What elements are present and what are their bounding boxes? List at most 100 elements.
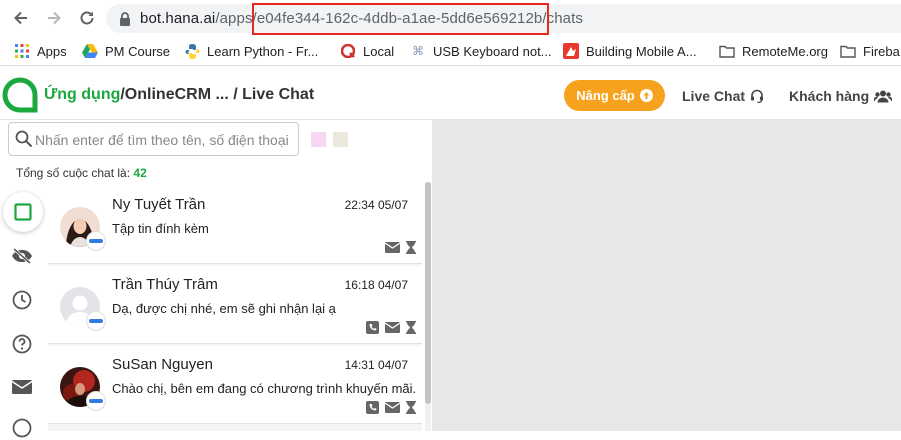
bookmark-pm-course[interactable]: PM Course (82, 42, 170, 60)
side-nav-help[interactable] (10, 332, 34, 356)
url-host: bot.hana.ai (140, 10, 216, 27)
lock-icon (120, 12, 130, 26)
beige-filter-swatch[interactable] (333, 132, 348, 147)
hourglass-icon[interactable] (406, 401, 416, 414)
bookmark-apps[interactable]: Apps (14, 42, 67, 60)
side-nav-history[interactable] (10, 288, 34, 312)
envelope-icon (12, 380, 32, 394)
side-nav-email[interactable] (10, 375, 34, 399)
live-chat-link[interactable]: Live Chat (682, 88, 764, 104)
chat-actions (366, 401, 416, 414)
chat-time: 22:34 05/07 (344, 198, 408, 212)
reload-icon (80, 11, 94, 25)
apps-grid-icon (14, 43, 30, 59)
local-icon (340, 43, 356, 59)
clock-icon (12, 290, 32, 310)
breadcrumb-path: /OnlineCRM ... / Live Chat (120, 86, 315, 103)
chat-name: SuSan Nguyen (112, 356, 213, 373)
bookmark-local[interactable]: Local (340, 42, 394, 60)
bookmark-learn-python[interactable]: Learn Python - Fr... (184, 42, 318, 60)
chat-bubble-icon (12, 418, 32, 438)
python-icon (184, 43, 200, 59)
side-nav-hidden[interactable] (10, 244, 34, 268)
chat-item[interactable]: Trần Thúy Trâm 16:18 04/07 Dạ, được chị … (48, 266, 422, 344)
bookmark-building-mobile[interactable]: Building Mobile A... (563, 42, 697, 60)
chat-total-count: 42 (133, 166, 147, 180)
bookmark-label: Building Mobile A... (586, 43, 697, 59)
customers-link[interactable]: Khách hàng (789, 88, 893, 104)
chat-time: 14:31 04/07 (344, 358, 408, 372)
channel-badge-icon (86, 391, 106, 411)
phone-icon[interactable] (366, 401, 379, 414)
live-chat-label: Live Chat (682, 88, 746, 104)
forward-button[interactable] (42, 6, 66, 30)
chat-total-label: Tổng số cuộc chat là: (16, 166, 134, 180)
bookmark-label: PM Course (105, 43, 171, 59)
hourglass-icon[interactable] (406, 241, 416, 254)
breadcrumb-apps-link[interactable]: Ứng dụng (44, 86, 120, 103)
bookmark-label: Learn Python - Fr... (207, 43, 319, 59)
search-icon (15, 130, 33, 148)
bookmark-label: Apps (37, 43, 67, 59)
bookmarks-bar: Apps PM Course Learn Python - Fr... Loca… (0, 36, 901, 66)
arrow-up-circle-icon (639, 89, 653, 102)
mail-icon[interactable] (385, 242, 400, 253)
chat-total: Tổng số cuộc chat là: 42 (16, 166, 147, 180)
square-icon (14, 203, 32, 221)
bookmark-label: Local (363, 43, 395, 59)
bookmark-site-icon (563, 43, 579, 59)
mail-icon[interactable] (385, 322, 400, 333)
breadcrumb: Ứng dụng/OnlineCRM ... / Live Chat (44, 86, 314, 104)
bookmark-remoteme[interactable]: RemoteMe.org (719, 42, 828, 60)
upgrade-button[interactable]: Nâng cấp (564, 80, 665, 111)
question-circle-icon (12, 334, 32, 354)
pink-filter-swatch[interactable] (311, 132, 326, 147)
app-header: Ứng dụng/OnlineCRM ... / Live Chat Nâng … (0, 67, 901, 120)
chat-last-message: Tập tin đính kèm (112, 221, 209, 236)
browser-toolbar: bot.hana.ai/apps/e04fe344-162c-4ddb-a1ae… (0, 0, 901, 36)
upgrade-label: Nâng cấp (576, 88, 635, 103)
google-drive-icon (82, 43, 98, 59)
scrollbar-thumb[interactable] (425, 182, 431, 404)
users-icon (874, 90, 893, 102)
command-key-icon: ⌘ (412, 44, 424, 58)
chat-list-scrollbar[interactable] (425, 182, 431, 431)
bookmark-usb-keyboard[interactable]: ⌘ USB Keyboard not... (410, 42, 552, 60)
chat-detail-panel (432, 120, 901, 431)
eye-slash-icon (12, 248, 32, 264)
side-nav-chat[interactable] (10, 416, 34, 440)
chat-item[interactable]: Ny Tuyết Trần 22:34 05/07 Tập tin đính k… (48, 186, 422, 264)
bookmark-label: Fireba (863, 43, 900, 59)
search-input[interactable] (35, 130, 295, 150)
chat-name: Ny Tuyết Trần (112, 196, 206, 213)
hana-logo-icon (2, 77, 38, 113)
chat-last-message: Chào chị, bên em đang có chương trình kh… (112, 381, 417, 396)
chat-name: Trần Thúy Trâm (112, 276, 218, 293)
channel-badge-icon (86, 311, 106, 331)
back-button[interactable] (9, 6, 33, 30)
conversations-panel: Tổng số cuộc chat là: 42 Ny Tuyết Trần 2… (0, 120, 432, 438)
hourglass-icon[interactable] (406, 321, 416, 334)
reload-button[interactable] (75, 6, 99, 30)
search-box[interactable] (8, 122, 299, 156)
bookmark-fireba[interactable]: Fireba (840, 42, 900, 60)
chat-actions (385, 241, 416, 254)
chat-last-message: Dạ, được chị nhé, em sẽ ghi nhận lại ạ (112, 301, 336, 316)
chat-actions (366, 321, 416, 334)
url-prefix: /apps/ (215, 10, 257, 27)
phone-icon[interactable] (366, 321, 379, 334)
channel-badge-icon (86, 231, 106, 251)
arrow-right-icon (48, 11, 61, 25)
chat-item[interactable]: SuSan Nguyen 14:31 04/07 Chào chị, bên e… (48, 346, 422, 424)
headset-icon (751, 89, 764, 103)
side-nav-all-chats[interactable] (3, 192, 43, 232)
mail-icon[interactable] (385, 402, 400, 413)
arrow-left-icon (14, 11, 27, 25)
folder-icon (719, 43, 735, 59)
bookmark-label: USB Keyboard not... (433, 43, 552, 59)
folder-icon (840, 43, 856, 59)
url-id-highlight-box (252, 3, 549, 35)
bookmark-label: RemoteMe.org (742, 43, 828, 59)
chat-time: 16:18 04/07 (344, 278, 408, 292)
chat-list: Ny Tuyết Trần 22:34 05/07 Tập tin đính k… (48, 186, 422, 431)
